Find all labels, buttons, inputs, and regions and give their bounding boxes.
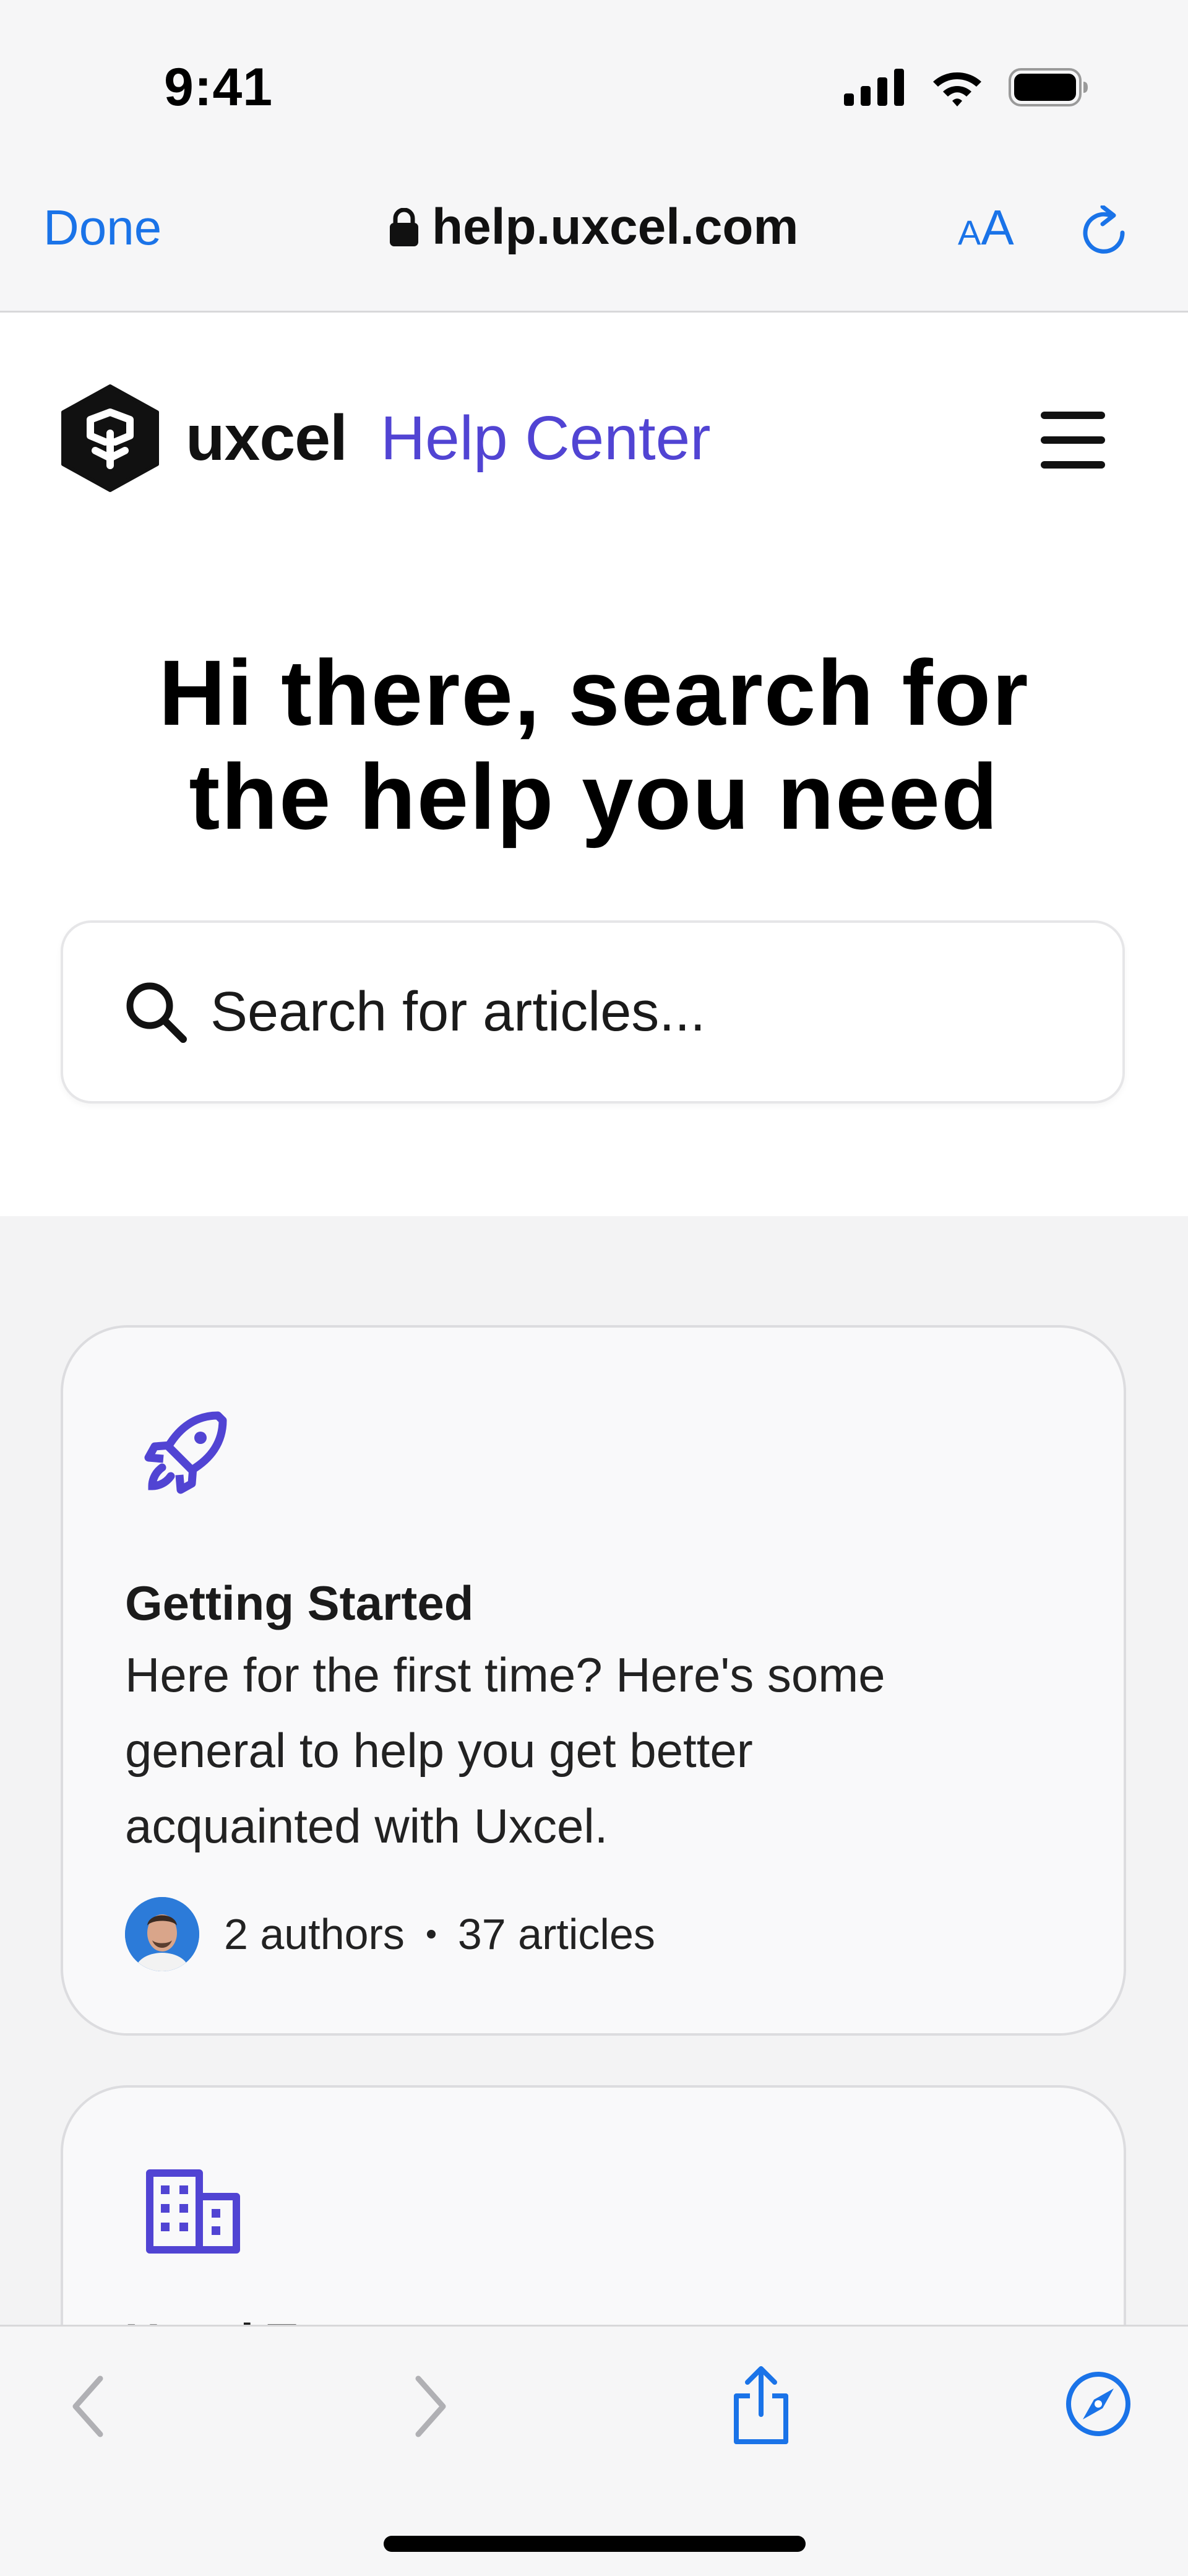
wifi-icon xyxy=(933,72,981,106)
collection-description-line3: acquainted with Uxcel. xyxy=(125,1799,608,1853)
authors-count: 2 authors xyxy=(224,1910,405,1958)
site-logo[interactable]: uxcel Help Center xyxy=(59,384,711,493)
collection-meta: 2 authors 37 articles xyxy=(125,1897,655,1971)
done-button[interactable]: Done xyxy=(43,199,161,256)
search-placeholder: Search for articles... xyxy=(210,980,706,1043)
home-indicator[interactable] xyxy=(384,2536,806,2552)
articles-count: 37 articles xyxy=(457,1910,655,1958)
avatar-portrait-icon xyxy=(125,1897,199,1971)
help-center-page: uxcel Help Center Hi there, search for t… xyxy=(0,313,1188,1216)
collection-title: Getting Started xyxy=(125,1576,474,1630)
author-avatar xyxy=(125,1897,199,1971)
text-size-large-label: A xyxy=(981,200,1014,255)
compass-icon[interactable] xyxy=(1064,2370,1132,2438)
hero-title: Hi there, search for the help you need xyxy=(0,641,1188,849)
browser-address-bar: Done help.uxcel.com AA xyxy=(0,175,1188,313)
forward-icon[interactable] xyxy=(412,2372,449,2440)
building-icon xyxy=(146,2169,240,2254)
collection-description-line1: Here for the first time? Here's some xyxy=(125,1648,885,1702)
back-icon[interactable] xyxy=(69,2372,106,2440)
collection-description: Here for the first time? Here's some gen… xyxy=(125,1637,1053,1864)
collections-list: Getting Started Here for the first time?… xyxy=(0,1216,1188,2457)
help-center-label: Help Center xyxy=(380,403,711,473)
search-icon xyxy=(126,982,187,1043)
hero-title-line2: the help you need xyxy=(189,745,999,849)
hero-title-line1: Hi there, search for xyxy=(158,641,1030,745)
battery-icon xyxy=(1009,68,1088,106)
hamburger-menu-icon[interactable] xyxy=(1041,412,1105,486)
uxcel-logo-icon xyxy=(61,384,159,492)
status-bar: 9:41 xyxy=(0,0,1188,175)
lock-icon xyxy=(390,208,418,246)
status-time: 9:41 xyxy=(164,58,273,117)
reload-icon[interactable] xyxy=(1079,205,1132,261)
browser-toolbar xyxy=(0,2325,1188,2576)
share-icon[interactable] xyxy=(730,2365,792,2445)
separator-dot xyxy=(426,1930,436,1938)
collection-card-getting-started[interactable]: Getting Started Here for the first time?… xyxy=(61,1325,1126,2036)
text-size-small-label: A xyxy=(958,213,981,252)
rocket-icon xyxy=(144,1411,227,1494)
mobile-browser-screen: 9:41 Done help.uxcel.com AA uxcel Help C… xyxy=(0,0,1188,2576)
cellular-signal-icon xyxy=(844,69,904,106)
collection-description-line2: general to help you get better xyxy=(125,1723,753,1778)
url-display[interactable]: help.uxcel.com xyxy=(390,198,798,256)
text-size-button[interactable]: AA xyxy=(958,199,1014,256)
url-text: help.uxcel.com xyxy=(432,199,799,255)
search-input[interactable]: Search for articles... xyxy=(61,920,1125,1104)
status-icons xyxy=(844,68,1089,106)
brand-name: uxcel xyxy=(186,402,348,474)
